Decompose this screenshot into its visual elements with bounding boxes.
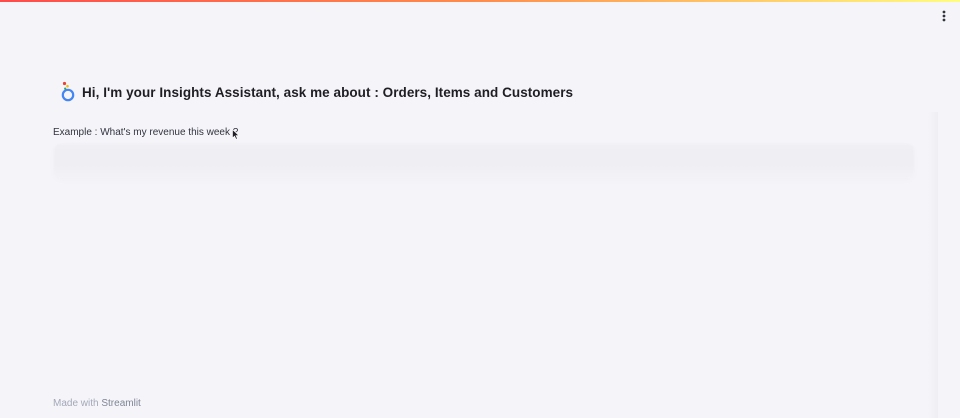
- footer-streamlit-link[interactable]: Streamlit: [101, 398, 140, 409]
- mouse-cursor-icon: [232, 129, 240, 140]
- right-scroll-gutter: [928, 112, 938, 418]
- page-title: Hi, I'm your Insights Assistant, ask me …: [82, 84, 574, 100]
- app-view: Hi, I'm your Insights Assistant, ask me …: [0, 2, 960, 418]
- footer-prefix: Made with: [53, 398, 99, 409]
- title-row: Hi, I'm your Insights Assistant, ask me …: [60, 80, 573, 104]
- footer: Made with Streamlit: [53, 398, 141, 409]
- loading-skeleton: [54, 144, 914, 178]
- example-prompt-text: Example : What's my revenue this week ?: [53, 127, 239, 138]
- looker-logo-icon: [61, 81, 75, 102]
